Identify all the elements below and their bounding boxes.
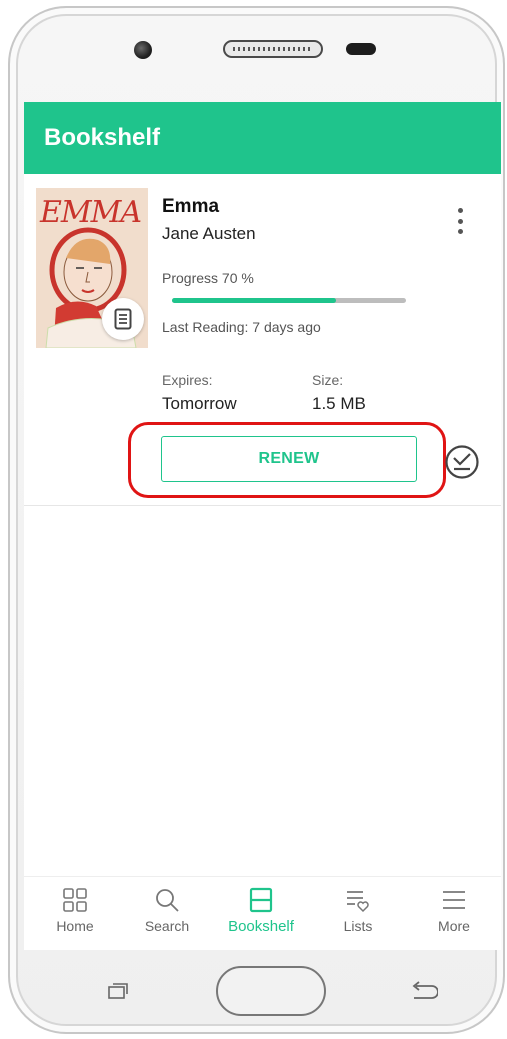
nav-item-search[interactable]: Search <box>120 887 214 947</box>
earpiece-speaker <box>223 40 323 58</box>
nav-label-more: More <box>438 918 470 934</box>
ebook-format-badge <box>102 298 144 340</box>
nav-item-lists[interactable]: Lists <box>311 887 405 947</box>
renew-button[interactable]: RENEW <box>161 436 417 482</box>
document-icon <box>114 308 132 330</box>
progress-bar <box>172 298 406 303</box>
menu-icon <box>443 891 465 909</box>
recent-apps-button[interactable] <box>108 983 128 999</box>
nav-label-home: Home <box>56 918 94 934</box>
size-value: 1.5 MB <box>312 394 366 413</box>
more-options-icon[interactable] <box>448 204 472 238</box>
return-check-icon[interactable] <box>444 444 480 480</box>
size-label: Size: <box>312 372 344 388</box>
progress-bar-fill <box>172 298 336 303</box>
bottom-navigation: Home Search Bookshelf Lists More <box>24 876 501 950</box>
home-hardware-button[interactable] <box>216 966 326 1016</box>
front-camera <box>134 41 152 59</box>
nav-label-bookshelf: Bookshelf <box>228 918 294 935</box>
grid-icon <box>63 888 87 912</box>
nav-item-home[interactable]: Home <box>28 887 122 947</box>
search-icon <box>156 889 179 912</box>
nav-item-bookshelf[interactable]: Bookshelf <box>214 887 308 947</box>
expires-value: Tomorrow <box>162 394 237 413</box>
book-title[interactable]: Emma <box>162 196 219 218</box>
nav-label-search: Search <box>144 918 190 934</box>
page-title: Bookshelf <box>44 124 161 151</box>
back-hardware-button[interactable] <box>408 980 438 1002</box>
nav-item-more[interactable]: More <box>407 887 501 947</box>
app-screen: Bookshelf EMMA Emma Jane Austen Progress… <box>24 102 501 950</box>
app-bar: Bookshelf <box>24 102 501 174</box>
bookshelf-icon <box>249 887 273 913</box>
nav-label-lists: Lists <box>343 918 373 934</box>
book-item[interactable]: EMMA Emma Jane Austen Progress 70 % Last… <box>24 174 501 506</box>
book-cover[interactable]: EMMA <box>36 188 148 348</box>
cover-title-text: EMMA <box>39 195 141 230</box>
expires-label: Expires: <box>162 372 213 388</box>
list-heart-icon <box>347 891 369 913</box>
proximity-sensor <box>346 43 376 55</box>
hardware-buttons <box>20 960 507 1030</box>
book-author: Jane Austen <box>162 224 256 243</box>
progress-label: Progress 70 % <box>162 270 254 286</box>
last-reading-text: Last Reading: 7 days ago <box>162 319 321 335</box>
